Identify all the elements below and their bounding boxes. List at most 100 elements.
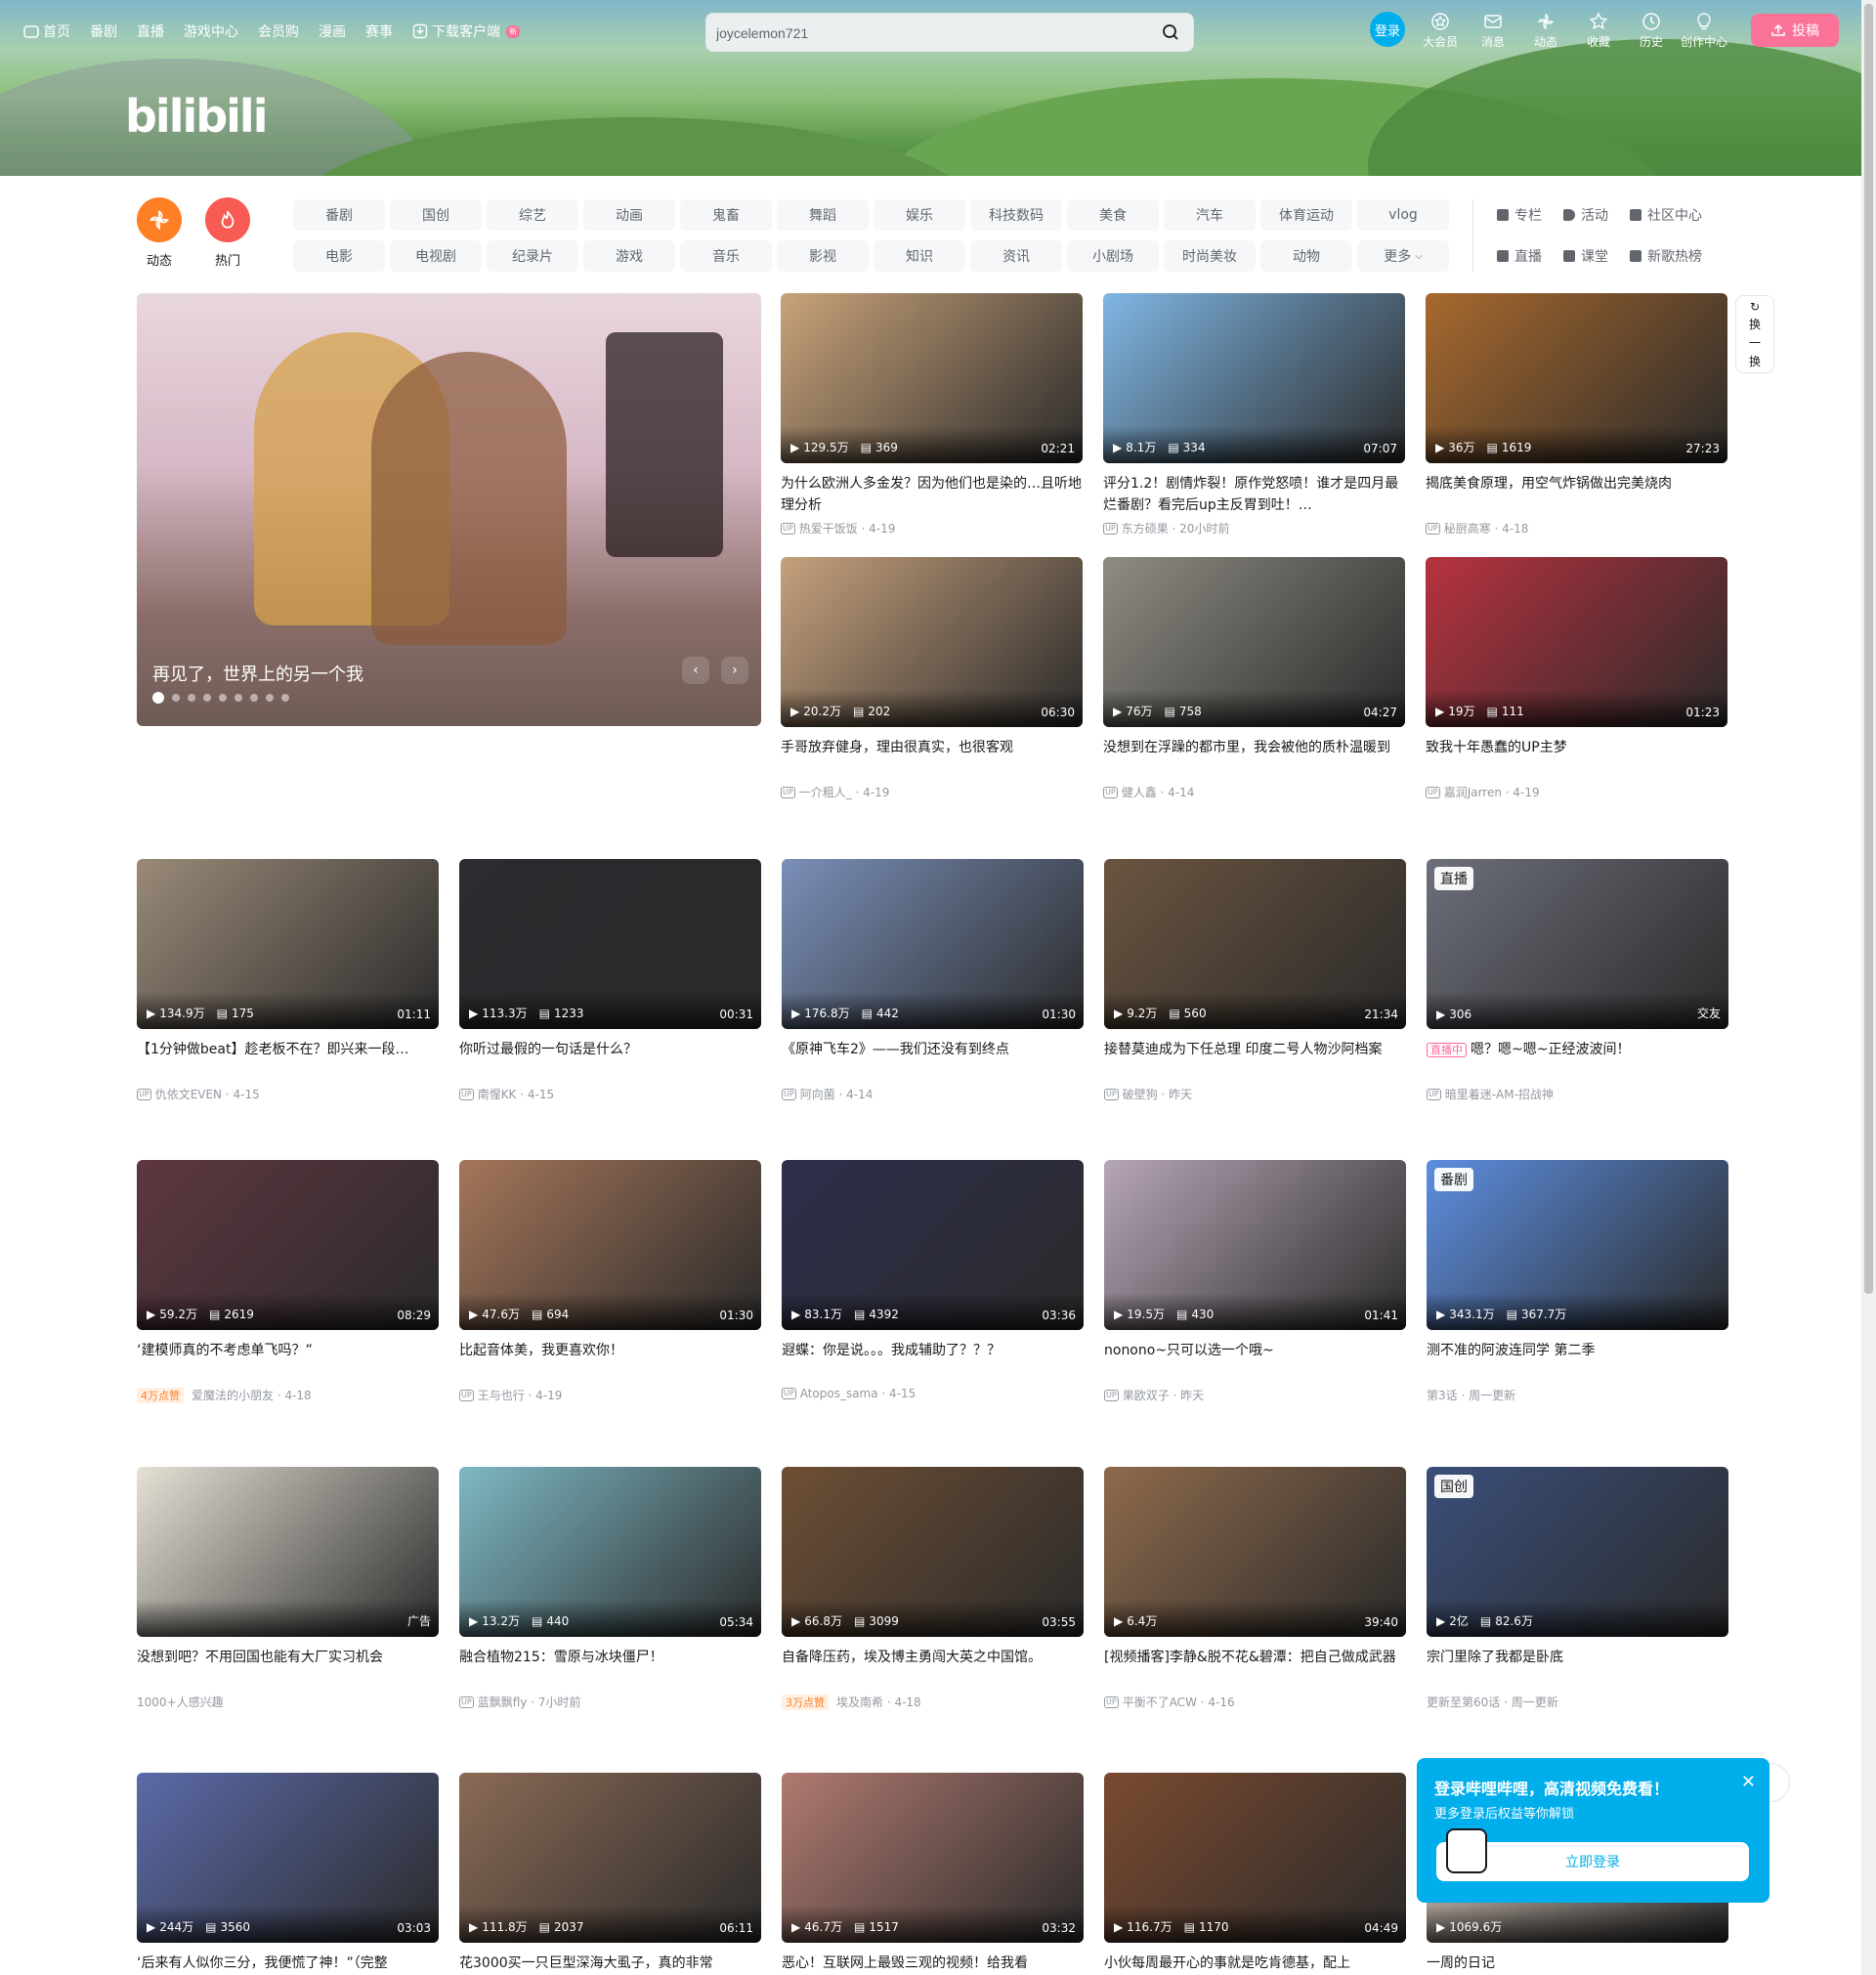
carousel-prev-button[interactable]: ‹	[682, 657, 709, 684]
video-title[interactable]: 接替莫迪成为下任总理 印度二号人物沙阿档案	[1104, 1039, 1406, 1082]
video-title[interactable]: 宗门里除了我都是卧底	[1427, 1647, 1728, 1690]
video-title[interactable]: nonono~只可以选一个哦~	[1104, 1340, 1406, 1383]
popup-login-button[interactable]: 立即登录	[1436, 1828, 1749, 1881]
video-title[interactable]: 融合植物215：雪原与冰块僵尸！	[459, 1647, 761, 1690]
video-meta[interactable]: UP Atopos_sama · 4-15	[782, 1387, 1084, 1400]
video-card[interactable]: ▶ 66.8万 ▤ 3099 03:55 自备降压药，埃及博主勇闯大英之中国馆。 3万点赞埃…	[782, 1467, 1084, 1710]
video-card[interactable]: ▶ 111.8万 ▤ 2037 06:11 花3000买一只巨型深海大虱子，真的非常	[459, 1773, 761, 1975]
tag-food[interactable]: 美食	[1067, 199, 1159, 231]
video-thumbnail[interactable]: ▶ 176.8万 ▤ 442 01:30	[782, 859, 1084, 1029]
tag-movie[interactable]: 电影	[293, 240, 385, 272]
video-card[interactable]: ▶ 134.9万 ▤ 175 01:11 【1分钟做beat】趁老板不在？即兴来一段… UP…	[137, 859, 439, 1102]
nav-esports[interactable]: 赛事	[365, 21, 393, 41]
video-thumbnail[interactable]: ▶ 20.2万 ▤ 202 06:30	[781, 557, 1083, 727]
carousel-dot[interactable]	[250, 694, 258, 702]
carousel-dot[interactable]	[219, 694, 227, 702]
video-thumbnail[interactable]: ▶ 59.2万 ▤ 2619 08:29	[137, 1160, 439, 1330]
nav-manga[interactable]: 漫画	[319, 21, 346, 41]
video-card[interactable]: ▶ 8.1万 ▤ 334 07:07 评分1.2！剧情炸裂！原作党怒喷！谁才是四月最烂番剧…	[1103, 293, 1405, 537]
nav-dynamic[interactable]: 动态	[1528, 12, 1563, 50]
video-meta[interactable]: UP 破壁狗 · 昨天	[1104, 1086, 1406, 1102]
video-card[interactable]: ▶ 76万 ▤ 758 04:27 没想到在浮躁的都市里，我会被他的质朴温暖到 UP 健人鑫 …	[1103, 557, 1405, 800]
video-thumbnail[interactable]: ▶ 47.6万 ▤ 694 01:30	[459, 1160, 761, 1330]
tag-music[interactable]: 音乐	[680, 240, 772, 272]
nav-history[interactable]: 历史	[1634, 12, 1669, 50]
video-title[interactable]: 小伙每周最开心的事就是吃肯德基，配上	[1104, 1953, 1406, 1975]
carousel-dot[interactable]	[188, 694, 195, 702]
video-thumbnail[interactable]: ▶ 6.4万 39:40	[1104, 1467, 1406, 1637]
video-card[interactable]: ▶ 19.5万 ▤ 430 01:41 nonono~只可以选一个哦~ UP 果欧双子 · 昨…	[1104, 1160, 1406, 1403]
video-meta[interactable]: UP 东方硕果 · 20小时前	[1103, 520, 1405, 537]
video-title[interactable]: 遐蝶：你是说。。。我成辅助了？？？	[782, 1340, 1084, 1383]
video-card[interactable]: ▶ 13.2万 ▤ 440 05:34 融合植物215：雪原与冰块僵尸！ UP 蓝飘飘fly …	[459, 1467, 761, 1710]
nav-live[interactable]: 直播	[137, 21, 164, 41]
video-meta[interactable]: 更新至第60话 · 周一更新	[1427, 1694, 1728, 1710]
close-icon[interactable]: ✕	[1741, 1772, 1756, 1792]
video-meta[interactable]: UP 一介粗人_ · 4-19	[781, 784, 1083, 800]
video-title[interactable]: 花3000买一只巨型深海大虱子，真的非常	[459, 1953, 761, 1975]
video-card[interactable]: ▶ 20.2万 ▤ 202 06:30 手哥放弃健身，理由很真实，也很客观 UP 一介粗人_ …	[781, 557, 1083, 800]
video-meta[interactable]: UP 仇依文EVEN · 4-15	[137, 1086, 439, 1102]
video-title[interactable]: 测不准的阿波连同学 第二季	[1427, 1340, 1728, 1383]
video-card[interactable]: ▶ 116.7万 ▤ 1170 04:49 小伙每周最开心的事就是吃肯德基，配上	[1104, 1773, 1406, 1975]
video-title[interactable]: 自备降压药，埃及博主勇闯大英之中国馆。	[782, 1647, 1084, 1690]
video-thumbnail[interactable]: ▶ 36万 ▤ 1619 27:23	[1426, 293, 1727, 463]
video-thumbnail[interactable]: ▶ 244万 ▤ 3560 03:03	[137, 1773, 439, 1943]
video-card[interactable]: ▶ 6.4万 39:40 [视频播客]李静&脱不花&碧潭：把自己做成武器 UP 平衡不了A…	[1104, 1467, 1406, 1710]
video-title[interactable]: 评分1.2！剧情炸裂！原作党怒喷！谁才是四月最烂番剧？看完后up主反胃到吐！…	[1103, 473, 1405, 516]
tag-animal[interactable]: 动物	[1260, 240, 1352, 272]
tag-variety[interactable]: 综艺	[487, 199, 578, 231]
video-card[interactable]: 番剧 ▶ 343.1万 ▤ 367.7万 测不准的阿波连同学 第二季 第3话 · 周一更新	[1427, 1160, 1728, 1403]
scrollbar-thumb[interactable]	[1864, 4, 1873, 1294]
video-card[interactable]: 广告 没想到吧？不用回国也能有大厂实习机会 1000+人感兴趣	[137, 1467, 439, 1710]
video-card[interactable]: 直播 ▶ 306 交友 直播中 嗯？嗯~嗯~正经波波间！ UP 暗里着迷-AM-招战神	[1427, 859, 1728, 1102]
video-card[interactable]: ▶ 83.1万 ▤ 4392 03:36 遐蝶：你是说。。。我成辅助了？？？ UP Atopo…	[782, 1160, 1084, 1400]
video-title[interactable]: 《原神飞车2》——我们还没有到终点	[782, 1039, 1084, 1082]
featured-carousel[interactable]: 再见了，世界上的另一个我 ‹ ›	[137, 293, 761, 726]
tag-cinema[interactable]: 影视	[777, 240, 869, 272]
search-icon[interactable]	[1162, 23, 1179, 41]
video-meta[interactable]: UP 蓝飘飘fly · 7小时前	[459, 1694, 761, 1710]
tag-anime[interactable]: 番剧	[293, 199, 385, 231]
tag-tv[interactable]: 电视剧	[390, 240, 482, 272]
video-meta[interactable]: UP 平衡不了ACW · 4-16	[1104, 1694, 1406, 1710]
video-meta[interactable]: 4万点赞 爱魔法的小朋友 · 4-18	[137, 1387, 439, 1403]
video-thumbnail[interactable]: ▶ 113.3万 ▤ 1233 00:31	[459, 859, 761, 1029]
video-title[interactable]: ‘建模师真的不考虑单飞吗？”	[137, 1340, 439, 1383]
video-card[interactable]: ▶ 244万 ▤ 3560 03:03 ‘后来有人似你三分，我便慌了神！”（完整	[137, 1773, 439, 1975]
video-card[interactable]: ▶ 176.8万 ▤ 442 01:30 《原神飞车2》——我们还没有到终点 UP 阿向菌 ·…	[782, 859, 1084, 1102]
video-meta[interactable]: UP 王与也行 · 4-19	[459, 1387, 761, 1403]
video-title[interactable]: 你听过最假的一句话是什么？	[459, 1039, 761, 1082]
link-live[interactable]: 直播	[1497, 240, 1542, 272]
tag-kichiku[interactable]: 鬼畜	[680, 199, 772, 231]
video-card[interactable]: ▶ 47.6万 ▤ 694 01:30 比起音体美，我更喜欢你！ UP 王与也行 · 4-19	[459, 1160, 761, 1403]
link-music-chart[interactable]: 新歌热榜	[1630, 240, 1702, 272]
tag-dance[interactable]: 舞蹈	[777, 199, 869, 231]
tag-knowledge[interactable]: 知识	[874, 240, 965, 272]
video-thumbnail[interactable]: 国创 ▶ 2亿 ▤ 82.6万	[1427, 1467, 1728, 1637]
video-title[interactable]: 直播中 嗯？嗯~嗯~正经波波间！	[1427, 1039, 1728, 1082]
tag-more[interactable]: 更多 ⌵	[1357, 240, 1449, 272]
carousel-dot[interactable]	[266, 694, 274, 702]
video-title[interactable]: 没想到吧？不用回国也能有大厂实习机会	[137, 1647, 439, 1690]
video-card[interactable]: ▶ 59.2万 ▤ 2619 08:29 ‘建模师真的不考虑单飞吗？” 4万点赞 爱魔法的小朋…	[137, 1160, 439, 1403]
video-card[interactable]: ▶ 129.5万 ▤ 369 02:21 为什么欧洲人多金发？因为他们也是染的…且听地理分…	[781, 293, 1083, 537]
nav-mall[interactable]: 会员购	[258, 21, 299, 41]
nav-home[interactable]: 首页	[23, 21, 70, 41]
tag-ent[interactable]: 娱乐	[874, 199, 965, 231]
video-thumbnail[interactable]: ▶ 129.5万 ▤ 369 02:21	[781, 293, 1083, 463]
carousel-next-button[interactable]: ›	[721, 657, 748, 684]
tag-tech[interactable]: 科技数码	[970, 199, 1062, 231]
carousel-dot[interactable]	[172, 694, 180, 702]
nav-creator[interactable]: 创作中心	[1681, 12, 1727, 50]
video-title[interactable]: 揭底美食原理，用空气炸锅做出完美烧肉	[1426, 473, 1727, 516]
tag-vlog[interactable]: vlog	[1357, 199, 1449, 231]
tag-sports[interactable]: 体育运动	[1260, 199, 1352, 231]
channel-dynamic[interactable]: 动态	[137, 197, 182, 269]
tag-car[interactable]: 汽车	[1164, 199, 1256, 231]
video-thumbnail[interactable]: ▶ 19万 ▤ 111 01:23	[1426, 557, 1727, 727]
carousel-title[interactable]: 再见了，世界上的另一个我	[152, 661, 363, 686]
video-card[interactable]: ▶ 113.3万 ▤ 1233 00:31 你听过最假的一句话是什么？ UP 南惺KK · 4…	[459, 859, 761, 1102]
tag-animation[interactable]: 动画	[583, 199, 675, 231]
login-avatar[interactable]: 登录	[1370, 12, 1405, 47]
